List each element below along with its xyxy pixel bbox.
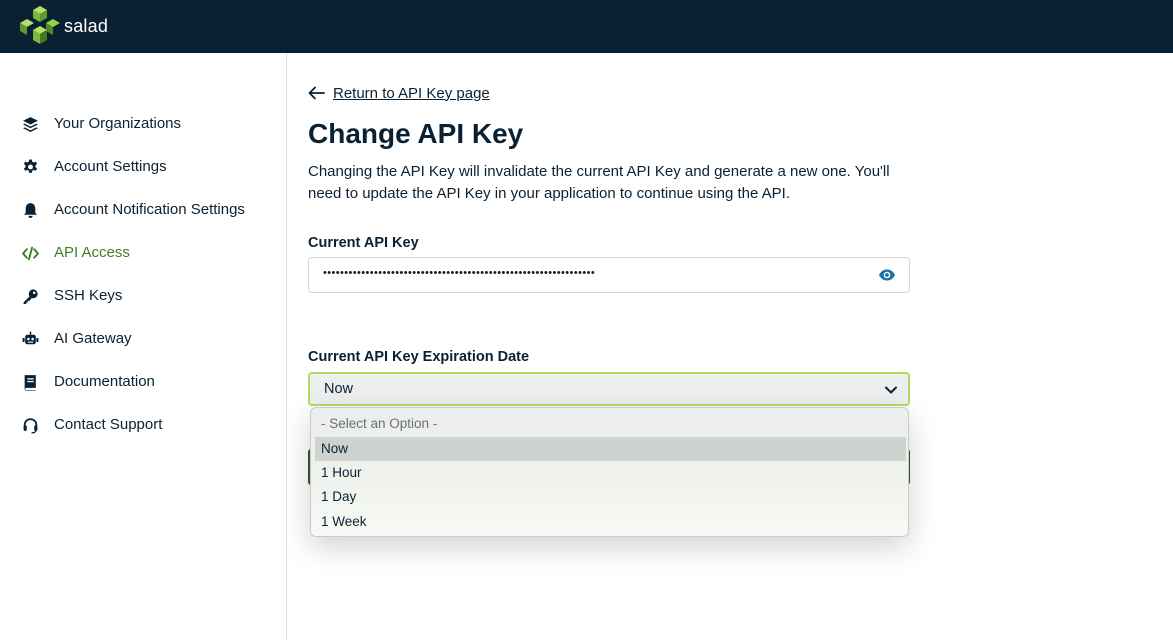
top-bar: salad: [0, 0, 1173, 53]
option-select-placeholder[interactable]: - Select an Option -: [315, 412, 906, 436]
sidebar-item-label: SSH Keys: [54, 287, 123, 304]
arrow-left-icon: [308, 86, 325, 100]
sidebar-item-label: AI Gateway: [54, 330, 132, 347]
sidebar-item-account-notification-settings[interactable]: Account Notification Settings: [0, 195, 286, 225]
layers-icon: [23, 117, 38, 132]
masked-api-key: ••••••••••••••••••••••••••••••••••••••••…: [323, 267, 596, 279]
expiration-date-label: Current API Key Expiration Date: [308, 349, 530, 365]
gear-icon: [23, 159, 38, 173]
option-1-week[interactable]: 1 Week: [315, 510, 906, 534]
bell-icon: [24, 203, 37, 218]
sidebar-item-documentation[interactable]: Documentation: [0, 367, 286, 397]
key-icon: [23, 289, 38, 304]
page-title: Change API Key: [308, 118, 524, 149]
option-1-hour[interactable]: 1 Hour: [315, 461, 906, 485]
sidebar-item-label: Your Organizations: [54, 115, 182, 132]
code-icon: [22, 246, 39, 261]
sidebar-item-ssh-keys[interactable]: SSH Keys: [0, 281, 286, 311]
sidebar-item-label: Documentation: [54, 373, 155, 390]
current-api-key-label: Current API Key: [308, 235, 419, 251]
back-link-text: Return to API Key page: [333, 84, 490, 102]
brand-name: salad: [64, 16, 109, 36]
book-icon: [24, 375, 36, 391]
sidebar-item-ai-gateway[interactable]: AI Gateway: [0, 324, 286, 354]
option-now[interactable]: Now: [315, 437, 906, 461]
eye-icon[interactable]: [878, 268, 896, 282]
salad-logo-icon[interactable]: [20, 4, 60, 46]
sidebar-item-contact-support[interactable]: Contact Support: [0, 410, 286, 440]
option-1-day[interactable]: 1 Day: [315, 485, 906, 509]
headset-icon: [23, 418, 38, 434]
sidebar-item-label: API Access: [54, 244, 130, 261]
expiration-dropdown-list: - Select an Option - Now 1 Hour 1 Day 1 …: [310, 407, 909, 537]
sidebar-item-label: Account Settings: [54, 158, 167, 175]
robot-icon: [22, 331, 39, 345]
sidebar: Your Organizations Account Settings Acco…: [0, 53, 287, 640]
page-description: Changing the API Key will invalidate the…: [308, 163, 890, 202]
chevron-down-icon: [885, 386, 897, 394]
return-to-api-key-link[interactable]: Return to API Key page: [308, 83, 490, 103]
sidebar-item-your-organizations[interactable]: Your Organizations: [0, 109, 286, 139]
expiration-selected-value: Now: [324, 381, 354, 397]
current-api-key-field[interactable]: ••••••••••••••••••••••••••••••••••••••••…: [308, 257, 910, 293]
sidebar-item-label: Account Notification Settings: [54, 201, 245, 218]
sidebar-item-api-access[interactable]: API Access: [0, 238, 286, 268]
expiration-date-select[interactable]: Now: [308, 372, 910, 406]
sidebar-item-account-settings[interactable]: Account Settings: [0, 152, 286, 182]
sidebar-item-label: Contact Support: [54, 416, 163, 433]
